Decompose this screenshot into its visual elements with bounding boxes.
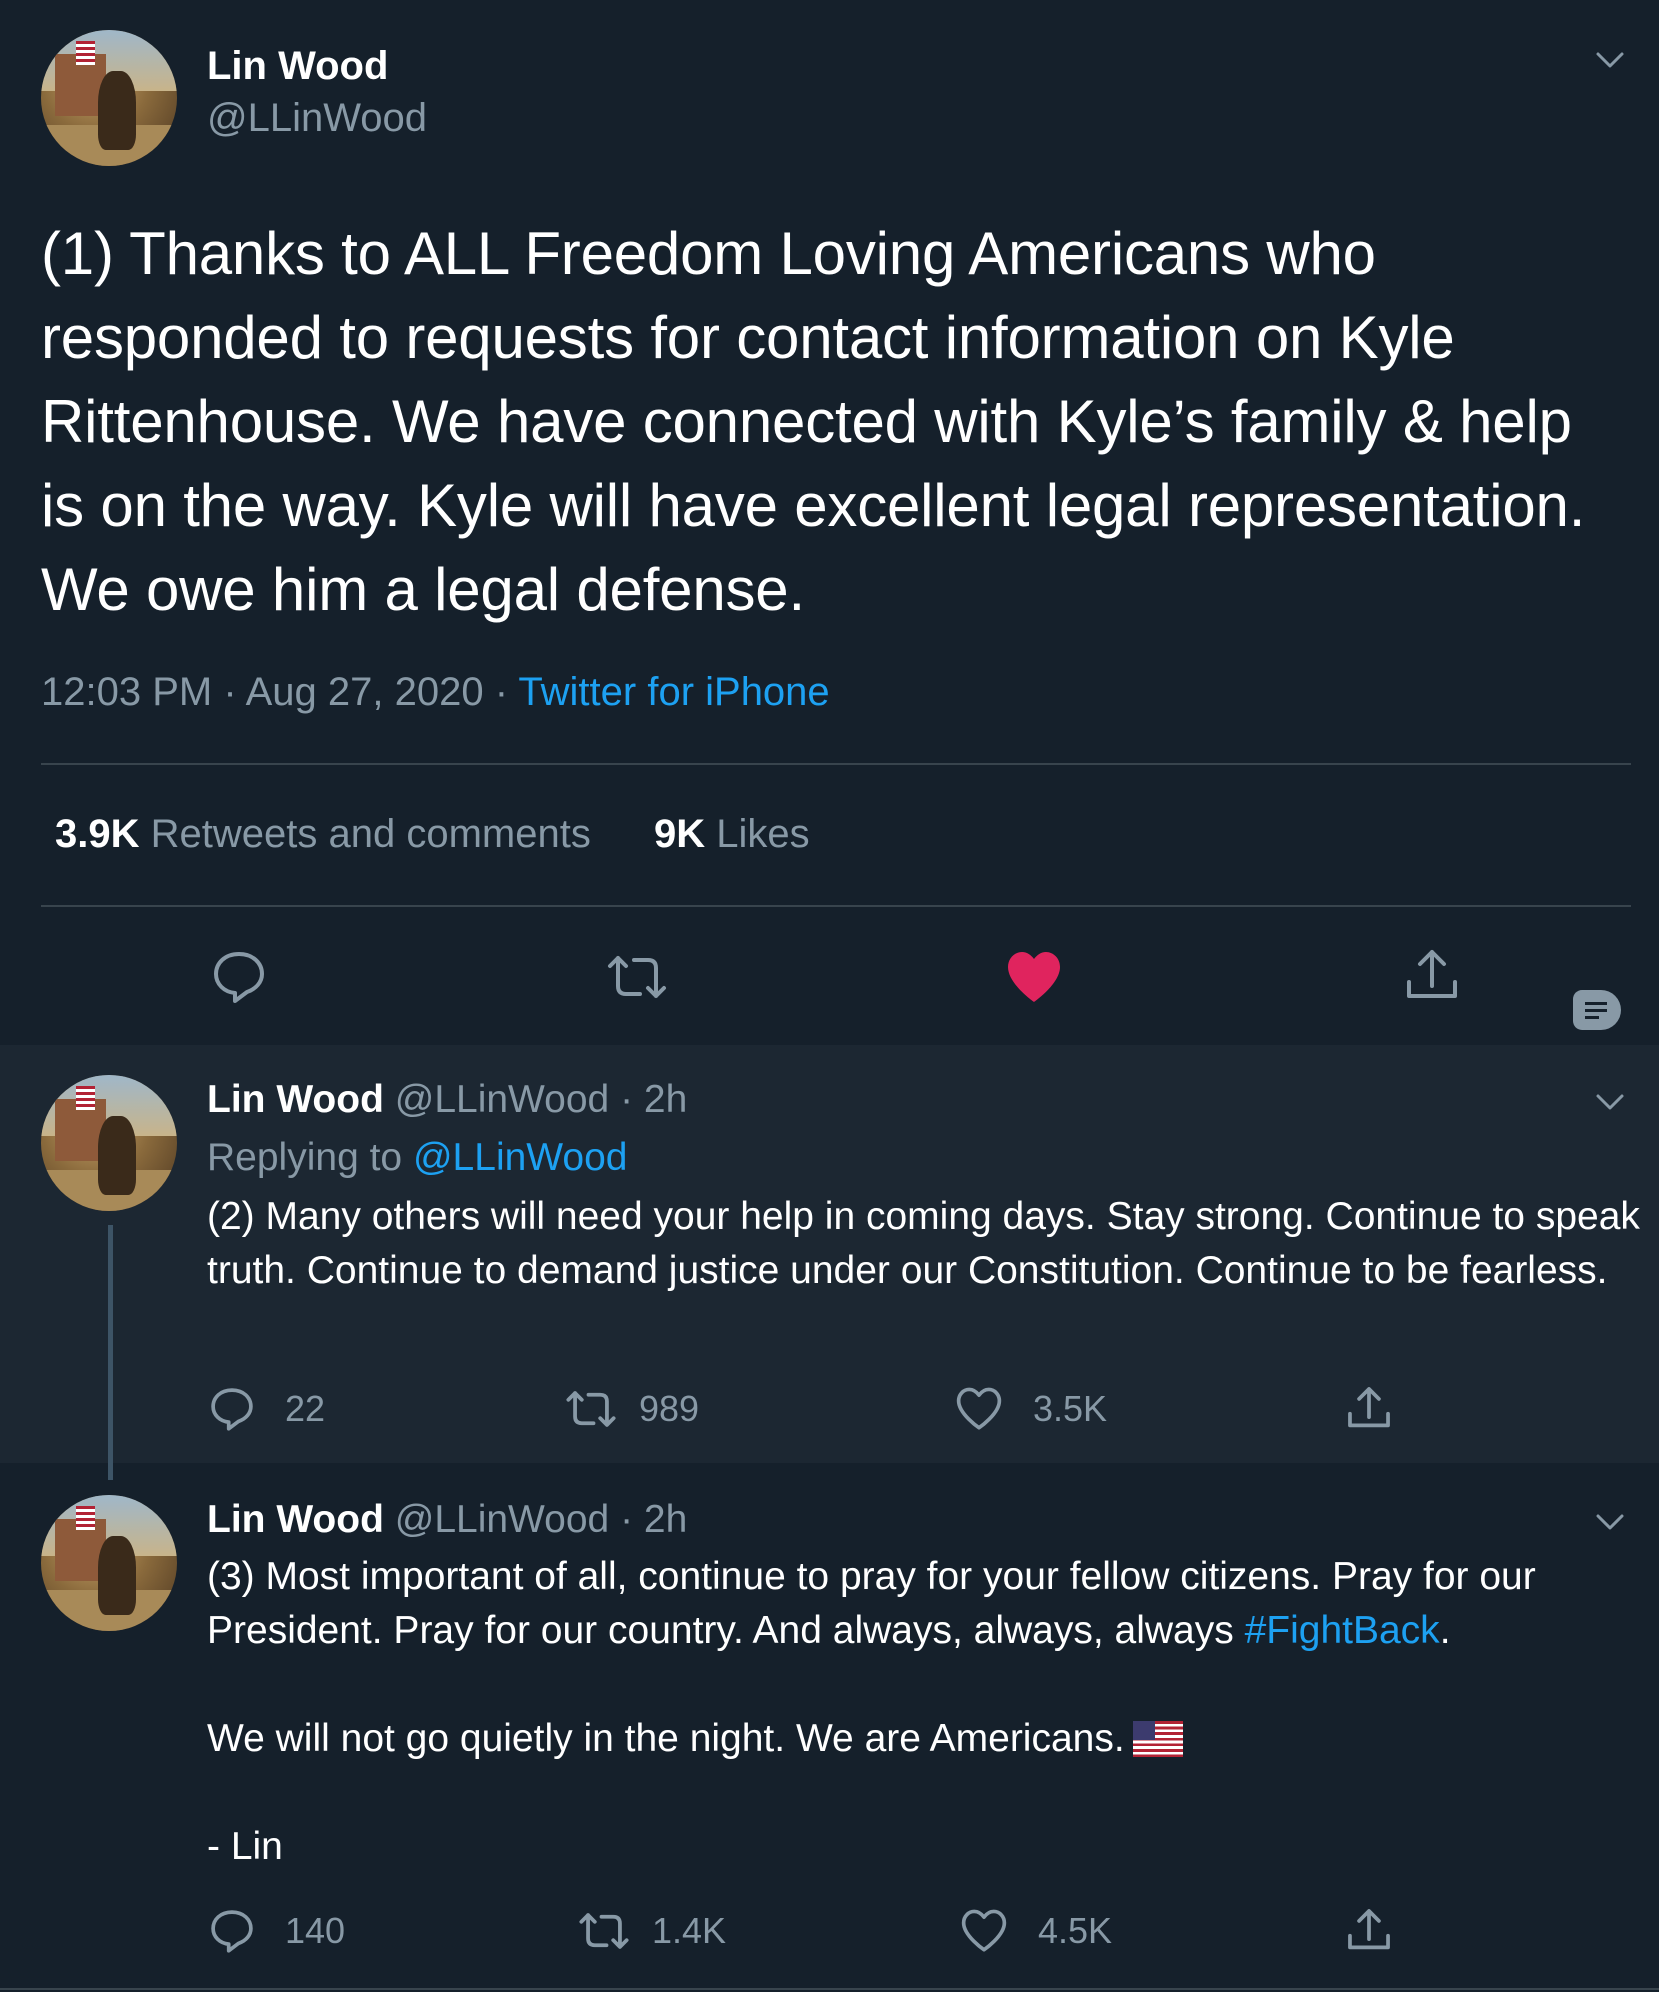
comment-button[interactable]: 140	[209, 1908, 345, 1954]
tweet-age[interactable]: 2h	[644, 1078, 687, 1121]
comment-icon	[214, 952, 264, 1003]
share-icon	[1348, 1909, 1390, 1950]
tweet-stats: 3.9K Retweets and comments 9K Likes	[55, 812, 810, 857]
like-button[interactable]: 4.5K	[960, 1909, 1112, 1953]
author-name[interactable]: Lin Wood	[207, 44, 388, 89]
heart-icon	[1008, 952, 1060, 1002]
comment-count: 140	[285, 1910, 346, 1951]
flag-us-icon	[1132, 1721, 1183, 1757]
retweet-icon	[579, 1913, 629, 1949]
avatar[interactable]	[41, 30, 177, 166]
author-handle[interactable]: @LLinWood	[395, 1078, 610, 1121]
comment-button[interactable]: 22	[209, 1386, 325, 1432]
avatar[interactable]	[41, 1495, 177, 1631]
tweet-signature: - Lin	[207, 1825, 283, 1868]
tweet-text-paragraph: We will not go quietly in the night. We …	[207, 1712, 1647, 1766]
chevron-down-icon[interactable]	[1595, 50, 1625, 70]
likes-label: Likes	[716, 812, 810, 856]
reply-header: Lin Wood @LLinWood · 2h	[207, 1498, 687, 1542]
tweet-date[interactable]: Aug 27, 2020	[246, 670, 484, 714]
like-button[interactable]: 3.5K	[955, 1387, 1107, 1431]
retweet-button[interactable]: 1.4K	[578, 1910, 726, 1952]
like-count: 3.5K	[1033, 1388, 1108, 1429]
share-button[interactable]	[1403, 946, 1461, 1004]
heart-icon	[961, 1909, 1007, 1952]
heart-icon	[956, 1387, 1002, 1430]
like-count: 4.5K	[1038, 1910, 1113, 1951]
tweet-text: (2) Many others will need your help in c…	[207, 1195, 1640, 1292]
likes-stat[interactable]: 9K Likes	[654, 812, 810, 856]
share-button[interactable]	[1345, 1906, 1393, 1954]
divider	[0, 1988, 1659, 1990]
share-icon	[1348, 1387, 1390, 1428]
separator: ·	[494, 670, 509, 714]
avatar[interactable]	[41, 1075, 177, 1211]
share-button[interactable]	[1345, 1384, 1393, 1432]
tweet-source-link[interactable]: Twitter for iPhone	[518, 670, 829, 714]
retweet-button[interactable]: 989	[565, 1388, 699, 1430]
author-handle[interactable]: @LLinWood	[395, 1498, 610, 1541]
retweet-button[interactable]	[606, 952, 668, 1002]
separator: ·	[620, 1078, 634, 1121]
author-name[interactable]: Lin Wood	[207, 1498, 384, 1541]
thread-line	[108, 1225, 113, 1480]
tweet-age[interactable]: 2h	[644, 1498, 687, 1541]
share-icon	[1407, 950, 1457, 998]
separator: ·	[620, 1498, 634, 1541]
replying-to: Replying to @LLinWood	[207, 1136, 627, 1180]
tweet-text: (3) Most important of all, continue to p…	[207, 1550, 1647, 1658]
replying-prefix: Replying to	[207, 1136, 403, 1179]
comment-count: 22	[285, 1388, 326, 1429]
author-name[interactable]: Lin Wood	[207, 1078, 384, 1121]
tweet-time[interactable]: 12:03 PM	[41, 670, 212, 714]
comment-icon	[211, 1910, 253, 1953]
retweet-count: 989	[639, 1388, 700, 1429]
comment-icon	[211, 1388, 253, 1431]
tweet-meta: 12:03 PM · Aug 27, 2020 · Twitter for iP…	[41, 670, 830, 715]
hashtag-link[interactable]: #FightBack	[1245, 1609, 1440, 1652]
separator: ·	[223, 670, 237, 714]
tweet-text: (1) Thanks to ALL Freedom Loving America…	[41, 220, 1586, 623]
chevron-down-icon[interactable]	[1595, 1512, 1625, 1532]
author-handle[interactable]: @LLinWood	[207, 96, 427, 141]
retweets-label: Retweets and comments	[150, 812, 591, 856]
retweet-count: 1.4K	[652, 1910, 727, 1951]
divider	[41, 905, 1631, 907]
likes-count: 9K	[653, 812, 706, 856]
reply-header: Lin Wood @LLinWood · 2h	[207, 1078, 687, 1122]
chevron-down-icon[interactable]	[1595, 1092, 1625, 1112]
tweet-text-end: .	[1439, 1609, 1451, 1652]
retweets-count: 3.9K	[55, 812, 140, 856]
retweet-icon	[608, 956, 666, 998]
comment-button[interactable]	[211, 950, 267, 1004]
replying-to-link[interactable]: @LLinWood	[413, 1136, 628, 1179]
retweets-stat[interactable]: 3.9K Retweets and comments	[55, 812, 591, 856]
note-badge-icon[interactable]	[1573, 990, 1621, 1030]
retweet-icon	[566, 1391, 616, 1427]
divider	[41, 763, 1631, 765]
main-tweet: Lin Wood @LLinWood (1) Thanks to ALL Fre…	[0, 0, 1659, 1045]
like-button[interactable]	[1005, 950, 1063, 1004]
tweet-text-line: We will not go quietly in the night. We …	[207, 1717, 1125, 1760]
